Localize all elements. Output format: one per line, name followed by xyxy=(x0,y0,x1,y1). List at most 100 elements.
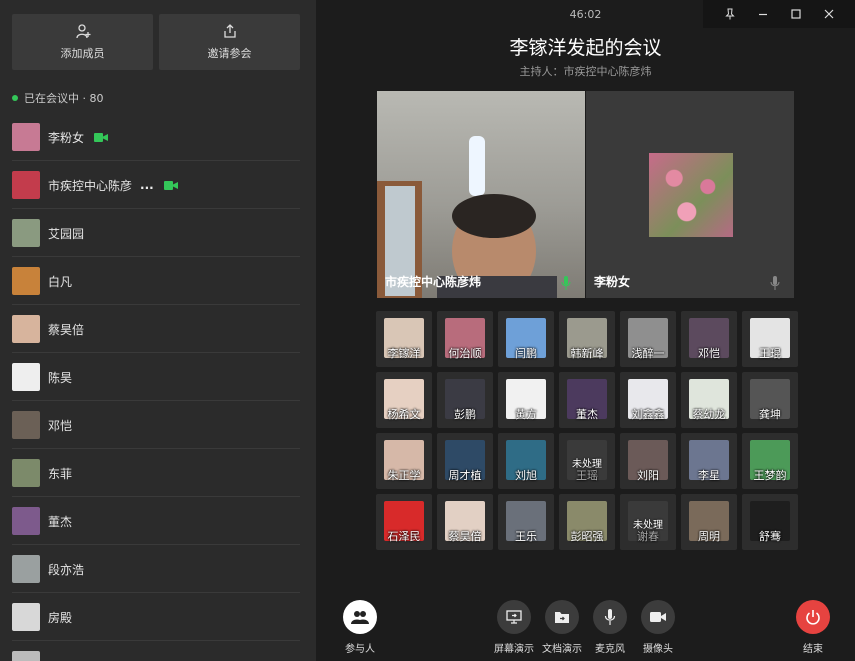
avatar xyxy=(12,555,40,583)
tile-name: 浅醉一 xyxy=(631,347,665,360)
avatar xyxy=(12,459,40,487)
tile-name: 李星 xyxy=(698,469,720,482)
participant-tile[interactable]: 韩新峰 xyxy=(559,311,615,367)
participant-row[interactable]: 白凡 xyxy=(0,257,316,305)
participant-tile[interactable]: 王梦韵 xyxy=(742,433,798,489)
invite-label: 邀请参会 xyxy=(207,47,252,60)
participant-tile[interactable]: 蔡昊倍 xyxy=(437,494,493,550)
meeting-main: 46:02 李镓洋发起的会议 主持人：市疾控中心陈彦炜 市疾控中心陈彦炜 李粉女… xyxy=(316,0,855,661)
participant-tile[interactable]: 彭鹏 xyxy=(437,372,493,428)
people-icon xyxy=(351,611,369,624)
participant-tile[interactable]: 未处理 王瑶 xyxy=(559,433,615,489)
end-meeting-button[interactable]: 结束 xyxy=(783,600,843,655)
participant-name: 陈昊 xyxy=(48,370,73,385)
participant-tile[interactable]: 王琨 xyxy=(742,311,798,367)
add-user-icon xyxy=(75,24,90,39)
participant-tile[interactable]: 龚坤 xyxy=(742,372,798,428)
participant-tile[interactable]: 蔡幼龙 xyxy=(681,372,737,428)
participants-button[interactable]: 参与人 xyxy=(330,600,390,655)
participant-tile[interactable]: 黄方 xyxy=(498,372,554,428)
tile-name: 彭鹏 xyxy=(454,408,476,421)
minimize-icon[interactable] xyxy=(757,8,769,20)
participant-tile[interactable]: 浅醉一 xyxy=(620,311,676,367)
participant-name: 市疾控中心陈彦 xyxy=(48,178,133,193)
video-camera-icon xyxy=(650,612,666,622)
participant-tile[interactable]: 未处理 谢春 xyxy=(620,494,676,550)
participant-tile[interactable]: 邓恺 xyxy=(681,311,737,367)
participant-tile[interactable]: 周才植 xyxy=(437,433,493,489)
participant-tile[interactable]: 闫鹏 xyxy=(498,311,554,367)
participant-grid: 李镓洋 何治顺 闫鹏 韩新峰 浅醉一 邓恺 王琨杨希文 彭鹏 黄方 董杰 刘鑫鑫 蔡幼龙 龚坤朱正学 周才… xyxy=(376,311,798,550)
tile-name: 刘阳 xyxy=(637,469,659,482)
avatar-image xyxy=(649,153,733,237)
end-meeting-circle xyxy=(796,600,830,634)
participant-row[interactable]: 市疾控中心陈彦... xyxy=(0,161,316,209)
participant-tile[interactable]: 朱正学 xyxy=(376,433,432,489)
avatar xyxy=(12,123,40,151)
avatar xyxy=(12,651,40,661)
camera-button[interactable]: 摄像头 xyxy=(628,600,688,655)
participant-tile[interactable]: 石泽民 xyxy=(376,494,432,550)
maximize-icon[interactable] xyxy=(790,8,802,20)
participant-tile[interactable]: 刘鑫鑫 xyxy=(620,372,676,428)
participant-tile[interactable]: 李星 xyxy=(681,433,737,489)
participant-row[interactable]: 李粉女 xyxy=(0,113,316,161)
folder-icon xyxy=(555,612,569,623)
participant-tile[interactable]: 刘阳 xyxy=(620,433,676,489)
participant-tile[interactable]: 舒骞 xyxy=(742,494,798,550)
participant-row[interactable]: 邓恺 xyxy=(0,401,316,449)
camera-on-icon xyxy=(94,132,109,142)
participant-row[interactable]: 房殿 xyxy=(0,593,316,641)
participant-tile[interactable]: 董杰 xyxy=(559,372,615,428)
participant-row[interactable]: 董杰 xyxy=(0,497,316,545)
invite-button[interactable]: 邀请参会 xyxy=(159,14,300,70)
participant-tile[interactable]: 李镓洋 xyxy=(376,311,432,367)
avatar xyxy=(12,171,40,199)
tile-name: 韩新峰 xyxy=(570,347,604,360)
participant-tile[interactable]: 杨希文 xyxy=(376,372,432,428)
tile-name: 彭昭强 xyxy=(570,530,604,543)
tile-name: 刘鑫鑫 xyxy=(631,408,665,421)
online-dot-icon xyxy=(12,95,18,101)
tile-name: 邓恺 xyxy=(698,347,720,360)
participant-tile[interactable]: 王乐 xyxy=(498,494,554,550)
meeting-status: 已在会议中 · 80 xyxy=(12,90,104,106)
participant-tile[interactable]: 周明 xyxy=(681,494,737,550)
tile-name: 周才植 xyxy=(448,469,482,482)
more-indicator: ... xyxy=(140,178,154,192)
video-tile-main[interactable]: 市疾控中心陈彦炜 xyxy=(377,91,585,298)
participant-name: 白凡 xyxy=(48,274,73,289)
participant-row[interactable]: 艾园园 xyxy=(0,209,316,257)
participant-row[interactable]: 陈昊 xyxy=(0,353,316,401)
pin-icon[interactable] xyxy=(724,8,736,20)
participant-row[interactable]: 东菲 xyxy=(0,449,316,497)
avatar xyxy=(12,411,40,439)
participant-tile[interactable]: 何治顺 xyxy=(437,311,493,367)
participants-circle xyxy=(343,600,377,634)
participant-name: 房殿 xyxy=(48,610,73,625)
meeting-title: 李镓洋发起的会议 xyxy=(509,37,662,59)
camera-on-icon xyxy=(163,180,178,190)
video-tile-secondary[interactable]: 李粉女 xyxy=(586,91,794,298)
mic-active-icon xyxy=(561,276,571,290)
avatar xyxy=(12,603,40,631)
participant-name: 段亦浩 xyxy=(48,562,85,577)
participant-name: 董杰 xyxy=(48,514,73,529)
camera-circle xyxy=(641,600,675,634)
participant-list: 李粉女 市疾控中心陈彦... 艾园园 白凡 蔡昊倍 陈昊 邓恺 东菲 董杰 段亦浩 房殿 xyxy=(0,113,316,661)
video-name: 李粉女 xyxy=(594,275,631,289)
participant-row[interactable]: 蔡昊倍 xyxy=(0,305,316,353)
participant-row[interactable] xyxy=(0,641,316,661)
participant-row[interactable]: 段亦浩 xyxy=(0,545,316,593)
participant-tile[interactable]: 彭昭强 xyxy=(559,494,615,550)
avatar xyxy=(12,315,40,343)
participant-name: 蔡昊倍 xyxy=(48,322,85,337)
meeting-status-text: 已在会议中 · 80 xyxy=(24,92,104,105)
participant-tile[interactable]: 刘旭 xyxy=(498,433,554,489)
add-member-button[interactable]: 添加成员 xyxy=(12,14,153,70)
tile-name: 蔡昊倍 xyxy=(448,530,482,543)
add-member-label: 添加成员 xyxy=(60,47,105,60)
close-icon[interactable] xyxy=(823,8,835,20)
doc-share-label: 文档演示 xyxy=(542,644,582,655)
tile-name: 李镓洋 xyxy=(387,347,421,360)
